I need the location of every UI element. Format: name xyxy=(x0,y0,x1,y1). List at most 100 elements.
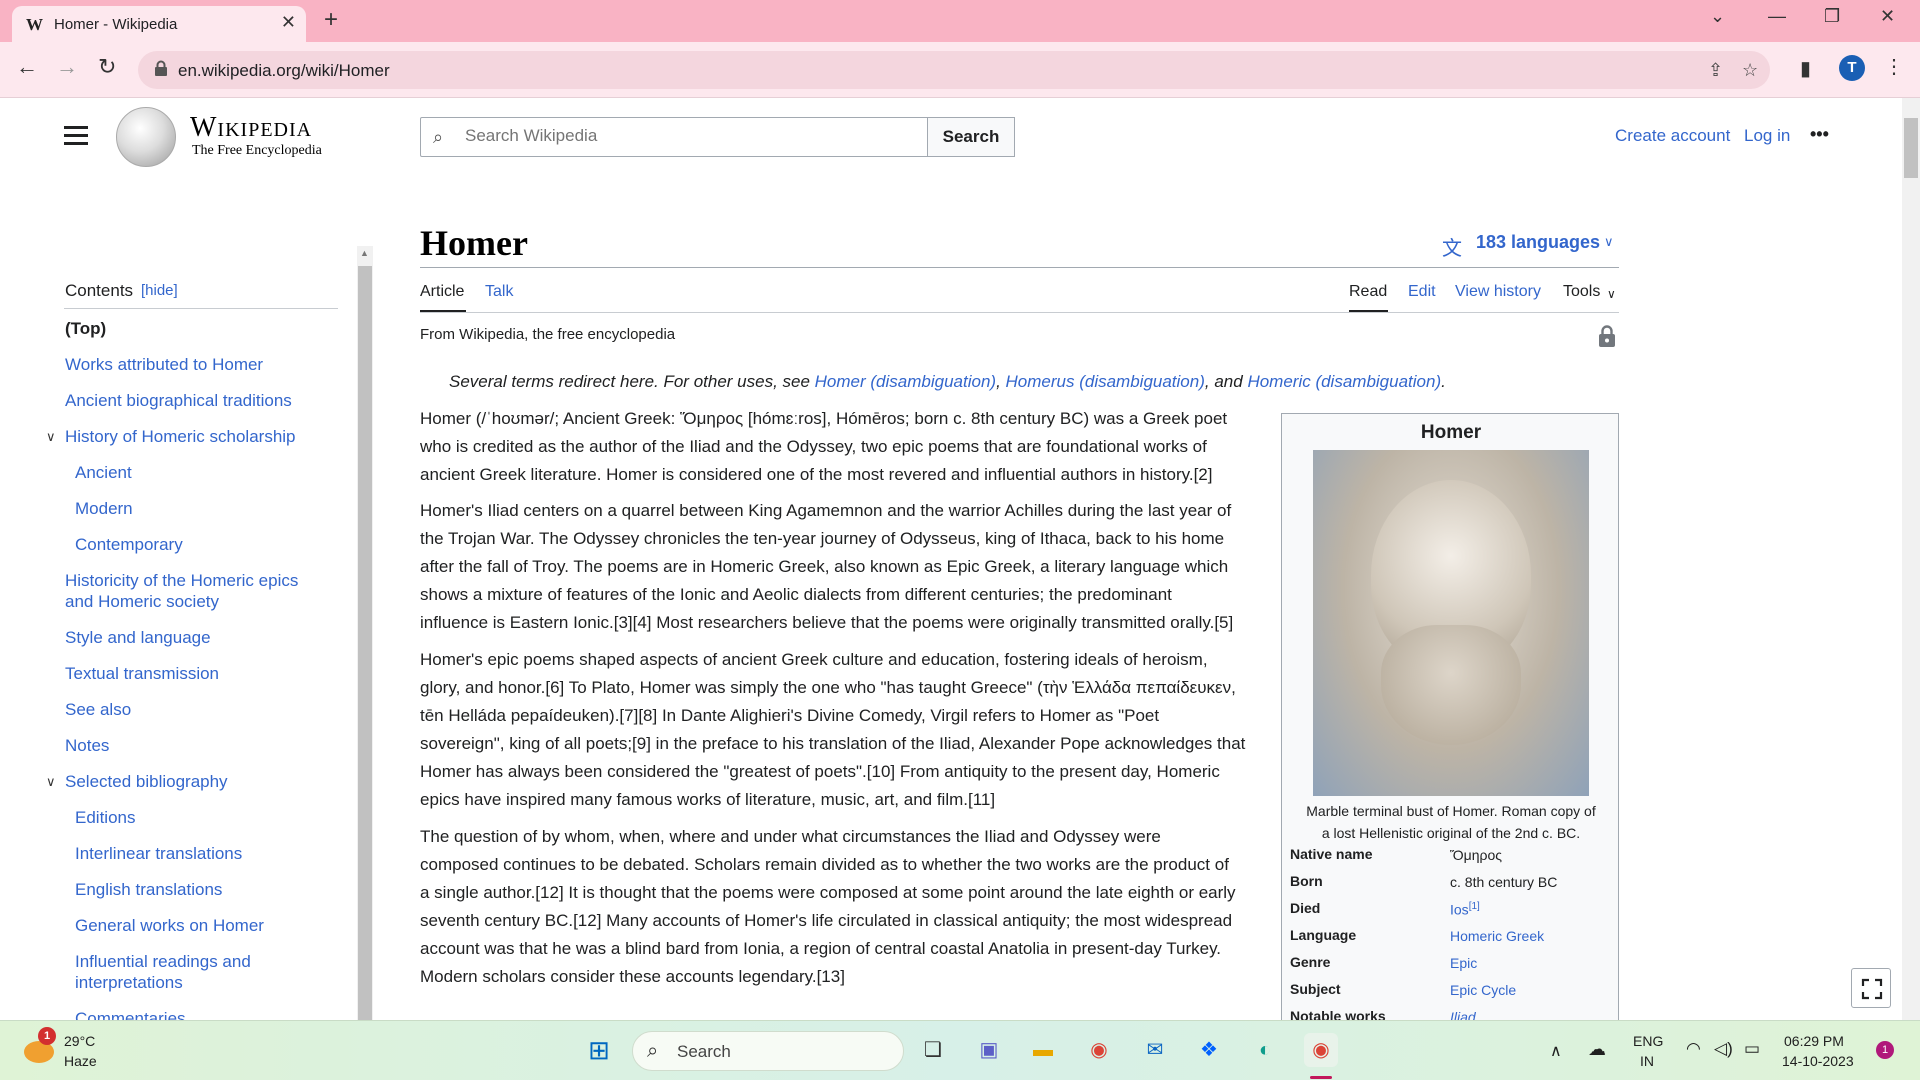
toc-hide-link[interactable]: [hide] xyxy=(141,282,178,299)
infobox-value-genre[interactable]: Epic xyxy=(1450,955,1477,971)
mail-icon[interactable]: ✉ xyxy=(1138,1033,1172,1067)
chrome-profile-icon[interactable]: ◉ xyxy=(1304,1033,1338,1067)
toc-item-general[interactable]: General works on Homer xyxy=(75,915,264,936)
toc-item-historicity-cont[interactable]: and Homeric society xyxy=(65,591,219,612)
wikipedia-wordmark[interactable]: Wikipedia xyxy=(190,112,312,144)
text-line: account was that he was a blind bard fro… xyxy=(420,939,1222,958)
homer-bust-image[interactable] xyxy=(1313,450,1589,796)
restore-icon[interactable]: ❐ xyxy=(1824,6,1840,27)
chat-icon[interactable]: ▣ xyxy=(972,1033,1006,1067)
page-scrollbar-thumb[interactable] xyxy=(1904,118,1918,178)
forward-icon[interactable]: → xyxy=(56,54,78,80)
lock-icon[interactable] xyxy=(154,60,168,76)
search-button[interactable]: Search xyxy=(927,117,1015,157)
toc-item-see-also[interactable]: See also xyxy=(65,699,131,720)
toc-item-history[interactable]: History of Homeric scholarship xyxy=(65,426,296,447)
toc-item-ancient-bio[interactable]: Ancient biographical traditions xyxy=(65,390,292,411)
close-window-icon[interactable]: ✕ xyxy=(1880,6,1895,27)
clock-date[interactable]: 14-10-2023 xyxy=(1782,1053,1854,1069)
infobox-value-language[interactable]: Homeric Greek xyxy=(1450,928,1544,944)
lead-paragraph-4: The question of by whom, when, where and… xyxy=(420,823,1270,991)
toc-item-bibliography[interactable]: Selected bibliography xyxy=(65,771,228,792)
toc-scrollbar-thumb[interactable] xyxy=(358,266,372,1020)
log-in-link[interactable]: Log in xyxy=(1744,126,1790,146)
homerus-disambiguation-link[interactable]: Homerus (disambiguation) xyxy=(1006,372,1205,391)
languages-button[interactable]: 183 languages xyxy=(1476,232,1600,253)
task-view-icon[interactable]: ❏ xyxy=(916,1033,950,1067)
toc-item-modern[interactable]: Modern xyxy=(75,498,133,519)
scroll-up-icon[interactable]: ▲ xyxy=(360,248,369,258)
weather-description[interactable]: Haze xyxy=(64,1053,97,1069)
taskbar-search[interactable]: ⌕ Search xyxy=(632,1031,904,1071)
close-tab-icon[interactable]: ✕ xyxy=(281,12,296,33)
back-icon[interactable]: ← xyxy=(16,54,38,80)
share-icon[interactable]: ⇪ xyxy=(1708,60,1723,81)
toc-item-influential-cont[interactable]: interpretations xyxy=(75,972,183,993)
infobox-value-subject[interactable]: Epic Cycle xyxy=(1450,982,1516,998)
tab-search-icon[interactable]: ⌄ xyxy=(1710,6,1725,27)
toc-item-notes[interactable]: Notes xyxy=(65,735,109,756)
caption-line: a lost Hellenistic original of the 2nd c… xyxy=(1321,825,1581,841)
citation-ref[interactable]: [1] xyxy=(1469,901,1480,912)
more-options-icon[interactable]: ••• xyxy=(1810,124,1829,145)
toc-item-textual[interactable]: Textual transmission xyxy=(65,663,219,684)
tab-edit[interactable]: Edit xyxy=(1408,283,1436,301)
homer-disambiguation-link[interactable]: Homer (disambiguation) xyxy=(815,372,996,391)
address-bar[interactable]: en.wikipedia.org/wiki/Homer ⇪ ☆ xyxy=(138,51,1770,89)
bookmark-star-icon[interactable]: ☆ xyxy=(1742,60,1758,81)
clock-time[interactable]: 06:29 PM xyxy=(1784,1033,1844,1049)
tab-article[interactable]: Article xyxy=(420,283,464,301)
volume-icon[interactable]: ◁) xyxy=(1714,1039,1733,1059)
toc-item-ancient[interactable]: Ancient xyxy=(75,462,132,483)
chevron-down-icon[interactable]: ∨ xyxy=(46,774,56,790)
create-account-link[interactable]: Create account xyxy=(1615,126,1730,146)
toc-item-editions[interactable]: Editions xyxy=(75,807,135,828)
input-language-region[interactable]: IN xyxy=(1640,1053,1654,1069)
onedrive-cloud-icon[interactable]: ☁ xyxy=(1588,1039,1606,1060)
language-icon[interactable]: 文 xyxy=(1442,232,1462,261)
toc-item-interlinear[interactable]: Interlinear translations xyxy=(75,843,242,864)
main-menu-icon[interactable] xyxy=(64,126,88,146)
minimize-icon[interactable]: — xyxy=(1768,6,1786,27)
search-box[interactable]: ⌕ xyxy=(420,117,928,157)
toc-item-style[interactable]: Style and language xyxy=(65,627,211,648)
page-protection-lock-icon[interactable] xyxy=(1598,325,1616,347)
menu-kebab-icon[interactable]: ⋮ xyxy=(1884,54,1904,79)
dropbox-icon[interactable]: ❖ xyxy=(1192,1033,1226,1067)
chrome-icon[interactable]: ◉ xyxy=(1082,1033,1116,1067)
notification-badge[interactable]: 1 xyxy=(1876,1041,1894,1059)
weather-temperature[interactable]: 29°C xyxy=(64,1033,95,1049)
search-input[interactable] xyxy=(465,126,905,146)
chevron-down-icon[interactable]: ∨ xyxy=(46,429,56,445)
toc-item-influential[interactable]: Influential readings and xyxy=(75,951,251,972)
fullscreen-toggle-icon[interactable] xyxy=(1851,968,1891,1008)
page-scrollbar[interactable] xyxy=(1902,98,1920,1020)
url-text[interactable]: en.wikipedia.org/wiki/Homer xyxy=(178,61,390,81)
homeric-disambiguation-link[interactable]: Homeric (disambiguation) xyxy=(1247,372,1441,391)
wifi-icon[interactable]: ◠ xyxy=(1686,1039,1701,1059)
new-tab-button[interactable]: + xyxy=(324,6,338,34)
chevron-up-icon[interactable]: ∧ xyxy=(1550,1041,1562,1061)
toc-item-top[interactable]: (Top) xyxy=(65,318,106,339)
tab-read[interactable]: Read xyxy=(1349,283,1387,301)
reload-icon[interactable]: ↻ xyxy=(98,54,116,80)
wikipedia-globe-logo[interactable] xyxy=(116,107,176,167)
file-explorer-icon[interactable]: ▬ xyxy=(1026,1033,1060,1067)
tab-view-history[interactable]: View history xyxy=(1455,283,1541,301)
input-language-primary[interactable]: ENG xyxy=(1633,1033,1663,1049)
toc-item-historicity[interactable]: Historicity of the Homeric epics xyxy=(65,570,298,591)
browser-tab[interactable]: W Homer - Wikipedia ✕ xyxy=(12,6,306,42)
tab-talk[interactable]: Talk xyxy=(485,283,513,301)
tools-menu[interactable]: Tools xyxy=(1563,283,1600,301)
side-panel-icon[interactable]: ▮ xyxy=(1800,56,1811,81)
toc-item-english[interactable]: English translations xyxy=(75,879,222,900)
toc-item-contemporary[interactable]: Contemporary xyxy=(75,534,183,555)
toc-item-works[interactable]: Works attributed to Homer xyxy=(65,354,263,375)
edge-icon[interactable]: ◐ xyxy=(1248,1033,1282,1067)
ios-link[interactable]: Ios xyxy=(1450,902,1469,918)
windows-start-icon[interactable]: ⊞ xyxy=(582,1033,616,1067)
battery-icon[interactable]: ▭ xyxy=(1744,1039,1760,1059)
chevron-down-icon[interactable]: ∨ xyxy=(1607,287,1616,301)
profile-avatar[interactable]: T xyxy=(1839,55,1865,81)
chevron-down-icon[interactable]: ∨ xyxy=(1604,234,1614,250)
